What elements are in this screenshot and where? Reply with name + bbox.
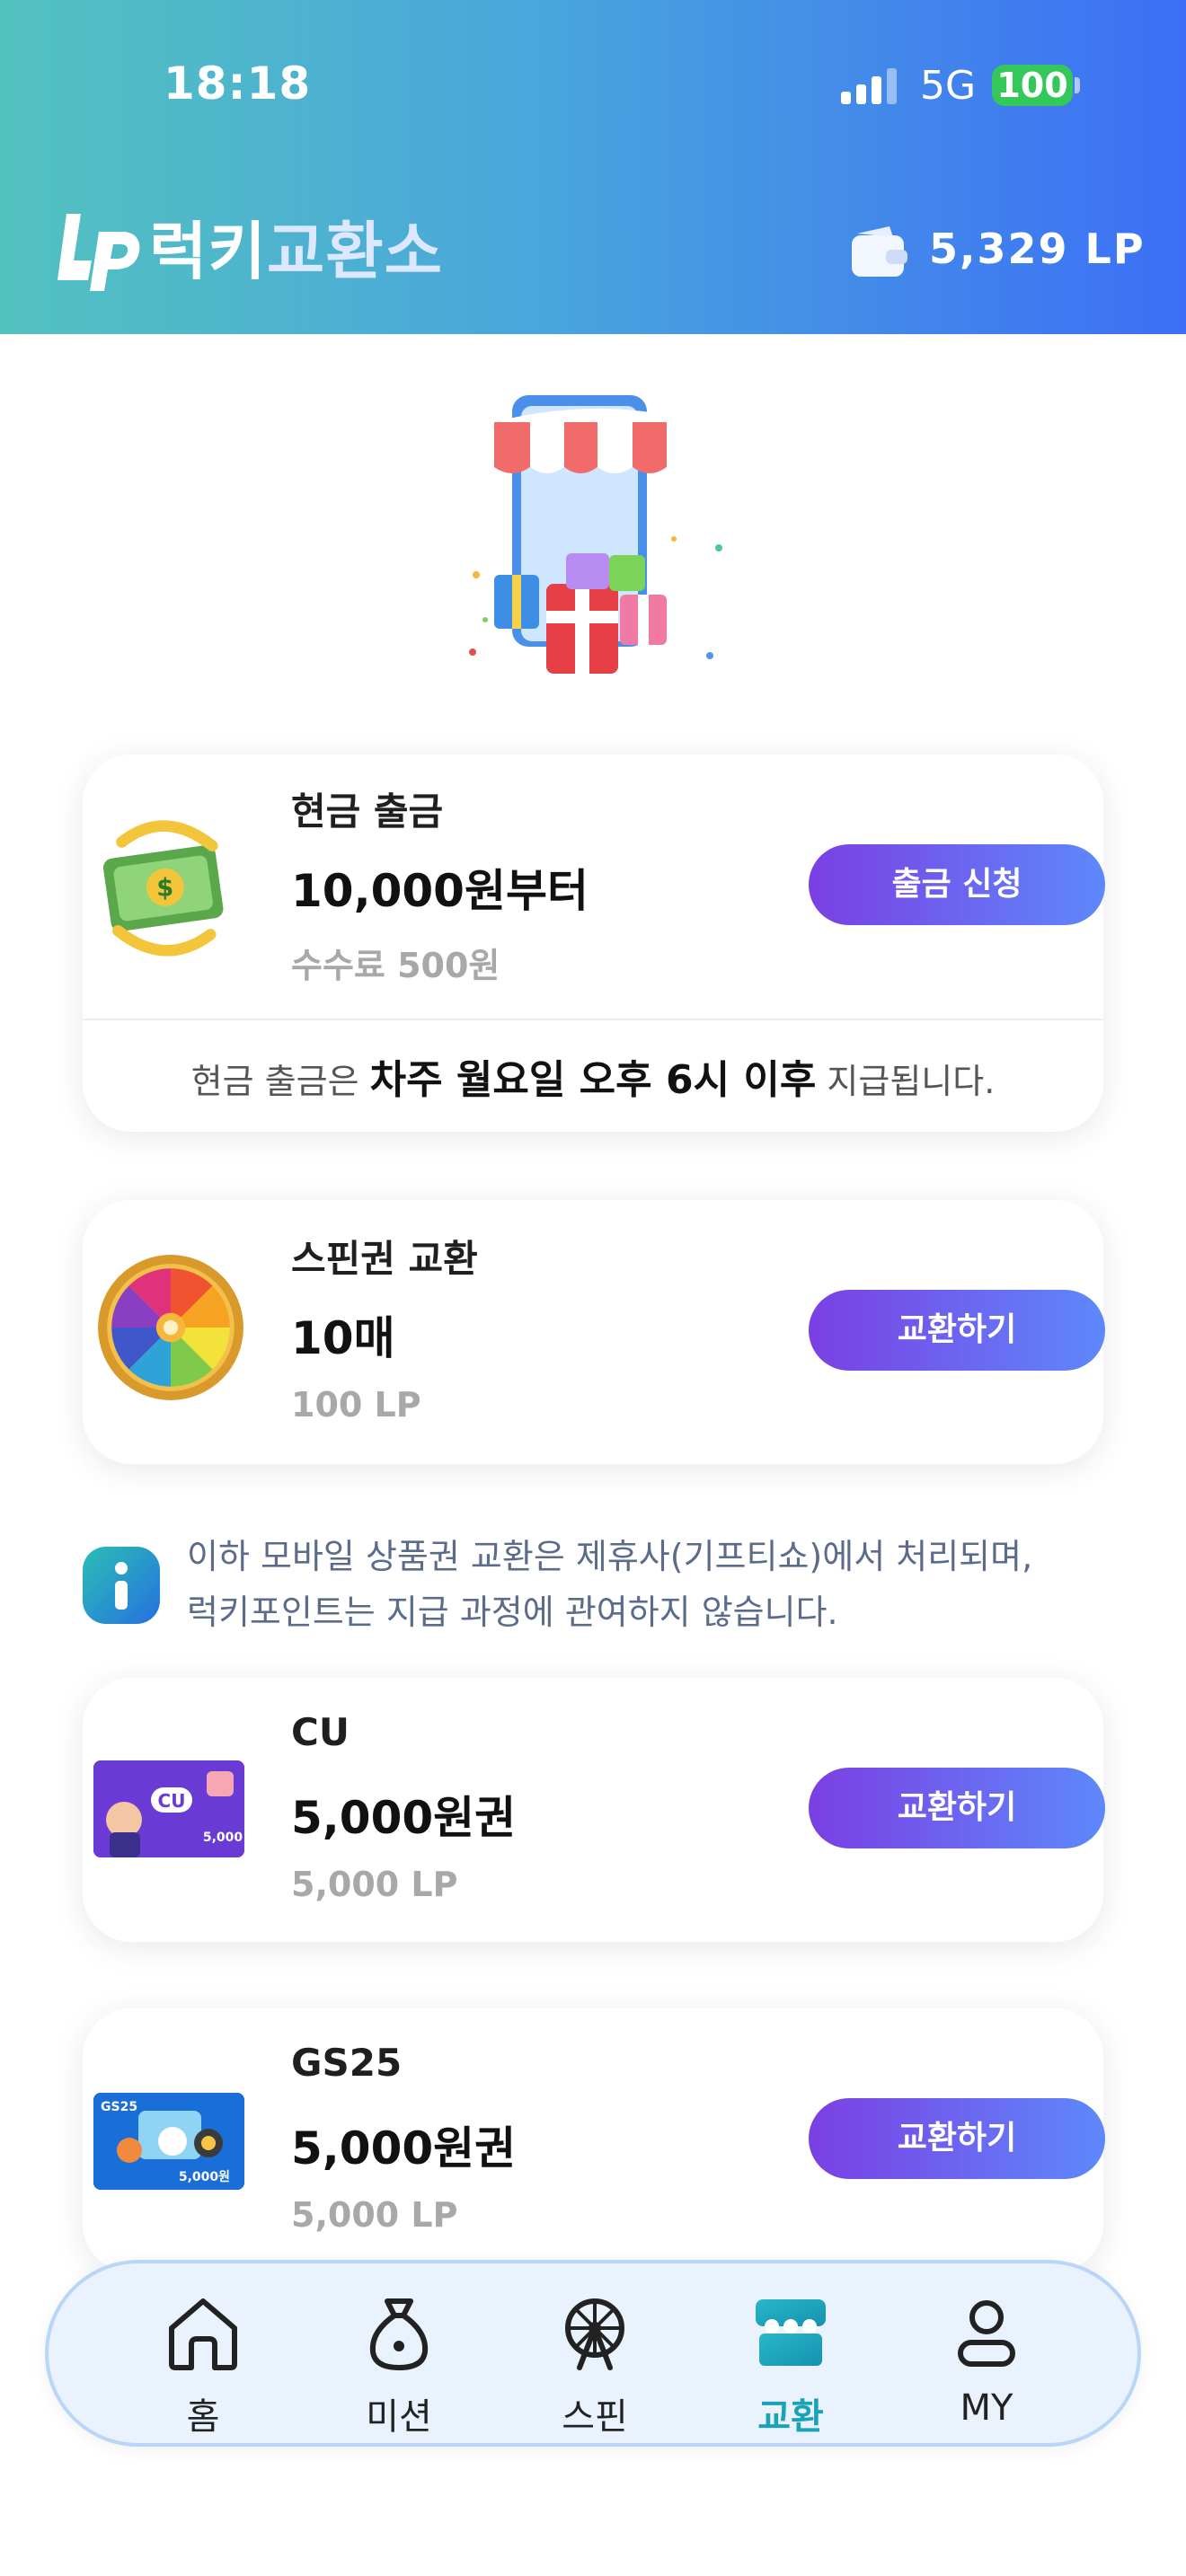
product-card-gs25: GS25 5,000원 GS25 5,000원권 5,000 LP 교환하기 [83,2008,1105,2272]
bottom-tab-bar: 홈 미션 스핀 교환 MY [45,2260,1141,2447]
gs25-exchange-button[interactable]: 교환하기 [809,2098,1105,2179]
notice-pre: 현금 출금은 [190,1062,370,1101]
tab-label: MY [960,2387,1013,2429]
brand-part-2: 교환소 [266,215,444,288]
gift-shop-illustration [469,395,722,674]
card-value: 10매 [291,1312,395,1364]
card-value: 10,000원부터 [291,865,589,917]
svg-text:$: $ [156,874,173,902]
tab-spin[interactable]: 스핀 [523,2281,667,2438]
tab-mission[interactable]: 미션 [327,2281,471,2438]
brand-part-1: 럭키 [149,215,267,288]
info-line-2: 럭키포인트는 지급 과정에 관여하지 않습니다. [187,1592,838,1632]
cu-card-art: CU 5,000 [93,1760,244,1857]
withdraw-notice: 현금 출금은 차주 월요일 오후 6시 이후 지급됩니다. [83,1047,1103,1105]
roulette-wheel-icon [98,1255,243,1400]
info-icon [83,1547,160,1624]
lp-logo-icon [58,214,140,291]
tab-home[interactable]: 홈 [131,2281,275,2438]
spin-exchange-card: 스핀권 교환 10매 100 LP 교환하기 [83,1200,1105,1464]
gs25-card-art: GS25 5,000원 [93,2093,244,2190]
gs25-card-label: GS25 [101,2100,137,2114]
gs25-card-amount: 5,000원 [179,2170,230,2184]
store-icon [756,2299,826,2366]
cu-giftcard-image: CU 5,000 [93,1760,244,1857]
tab-exchange[interactable]: 교환 [719,2281,863,2438]
product-value: 5,000원권 [291,1792,517,1844]
card-fee: 수수료 500원 [291,946,500,985]
home-icon [169,2298,237,2370]
user-icon [958,2300,1015,2367]
cu-card-label: CU [158,1790,186,1812]
product-value: 5,000원권 [291,2122,517,2175]
notice-bold: 차주 월요일 오후 6시 이후 [369,1057,817,1103]
money-bag-icon [369,2298,429,2370]
ferris-wheel-icon [565,2298,624,2370]
product-card-cu: CU 5,000 CU 5,000원권 5,000 LP 교환하기 [83,1678,1105,1942]
battery-indicator: 100 [992,65,1073,106]
network-type: 5G [920,63,977,109]
tab-label: 교환 [757,2396,824,2438]
status-time: 18:18 [164,57,312,110]
tab-label: 스핀 [562,2396,628,2438]
balance-amount[interactable]: 5,329 LP [929,225,1146,273]
brand-title: 럭키교환소 [149,201,443,292]
notice-post: 지급됩니다. [816,1062,996,1101]
withdraw-button[interactable]: 출금 신청 [809,844,1105,925]
product-title: CU [291,1710,350,1754]
tab-my[interactable]: MY [915,2281,1058,2434]
card-title: 현금 출금 [291,790,444,834]
product-price: 5,000 LP [291,2195,458,2235]
app-header: 18:18 5G 100 럭키교환소 5,329 LP [0,0,1186,334]
spin-exchange-button[interactable]: 교환하기 [809,1290,1105,1371]
product-price: 5,000 LP [291,1865,458,1904]
tab-label: 미션 [366,2396,432,2438]
cash-exchange-icon: $ [102,820,224,957]
card-divider [83,1019,1103,1020]
info-line-1: 이하 모바일 상품권 교환은 제휴사(기프티쇼)에서 처리되며, [187,1537,1033,1576]
cash-withdraw-card: $ 현금 출금 10,000원부터 수수료 500원 출금 신청 현금 출금은 … [83,754,1105,1132]
wallet-icon [852,226,907,277]
card-title: 스핀권 교환 [291,1237,478,1281]
info-notice: 이하 모바일 상품권 교환은 제휴사(기프티쇼)에서 처리되며, 럭키포인트는 … [187,1529,1139,1640]
cu-exchange-button[interactable]: 교환하기 [809,1768,1105,1848]
gs25-giftcard-image: GS25 5,000원 [93,2093,244,2190]
battery-nub [1075,77,1080,93]
cu-card-amount: 5,000 [203,1831,243,1845]
signal-icon [841,68,897,104]
tab-label: 홈 [186,2396,220,2438]
product-title: GS25 [291,2041,403,2085]
card-price: 100 LP [291,1385,421,1425]
